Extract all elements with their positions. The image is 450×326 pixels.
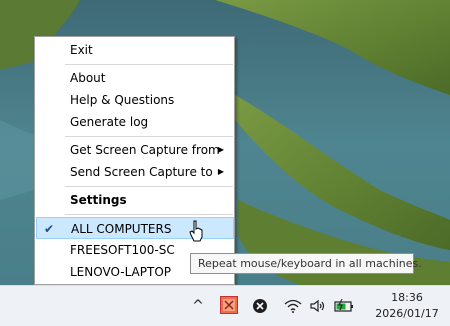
menu-item-lenovo-laptop-label: LENOVO-LAPTOP [70, 265, 172, 279]
menu-item-generate-log-label: Generate log [70, 115, 149, 129]
volume-icon[interactable] [309, 294, 327, 318]
menu-separator [65, 186, 233, 187]
menu-item-exit[interactable]: Exit [36, 39, 234, 61]
submenu-arrow-icon: ▶ [217, 145, 224, 154]
clock-date: 2026/01/17 [375, 307, 439, 320]
menu-item-all-computers-label: ALL COMPUTERS [71, 222, 172, 236]
battery-charging-icon [334, 299, 353, 312]
tray-context-menu: Exit About Help & Questions Generate log… [34, 36, 235, 285]
menu-item-about-label: About [70, 71, 106, 85]
menu-item-help[interactable]: Help & Questions [36, 89, 234, 111]
taskbar: ^ 18:36 2026/01/17 [0, 285, 450, 326]
menu-item-send-screen-capture-label: Send Screen Capture to [70, 165, 213, 179]
checkmark-icon: ✔ [44, 222, 55, 236]
close-circle-tray-icon[interactable] [251, 297, 269, 315]
app-tray-icon[interactable] [220, 296, 238, 314]
battery-icon[interactable] [333, 294, 355, 318]
menu-item-help-label: Help & Questions [70, 93, 175, 107]
menu-item-generate-log[interactable]: Generate log [36, 111, 234, 133]
menu-item-get-screen-capture[interactable]: Get Screen Capture from ▶ [36, 139, 234, 161]
menu-separator [65, 214, 233, 215]
submenu-arrow-icon: ▶ [217, 167, 224, 176]
wifi-icon[interactable] [284, 294, 302, 318]
menu-item-send-screen-capture[interactable]: Send Screen Capture to ▶ [36, 161, 234, 183]
app-logo-icon [223, 299, 235, 311]
menu-separator [65, 136, 233, 137]
menu-item-settings-label: Settings [70, 193, 127, 207]
menu-separator [65, 64, 233, 65]
tooltip-text: Repeat mouse/keyboard in all machines. [198, 257, 422, 270]
menu-item-exit-label: Exit [70, 43, 93, 57]
tooltip: Repeat mouse/keyboard in all machines. [190, 253, 422, 274]
x-circle-icon [253, 299, 267, 313]
clock-time: 18:36 [391, 291, 423, 304]
menu-item-get-screen-capture-label: Get Screen Capture from [70, 143, 220, 157]
wifi-signal-icon [284, 299, 302, 313]
menu-item-settings[interactable]: Settings [36, 189, 234, 211]
menu-item-freesoft100-sc-label: FREESOFT100-SC [70, 243, 175, 257]
show-hidden-icons-chevron-icon[interactable]: ^ [190, 294, 206, 318]
menu-item-about[interactable]: About [36, 67, 234, 89]
speaker-icon [310, 299, 325, 313]
system-clock[interactable]: 18:36 2026/01/17 [372, 290, 442, 322]
mouse-cursor-icon [189, 220, 203, 242]
